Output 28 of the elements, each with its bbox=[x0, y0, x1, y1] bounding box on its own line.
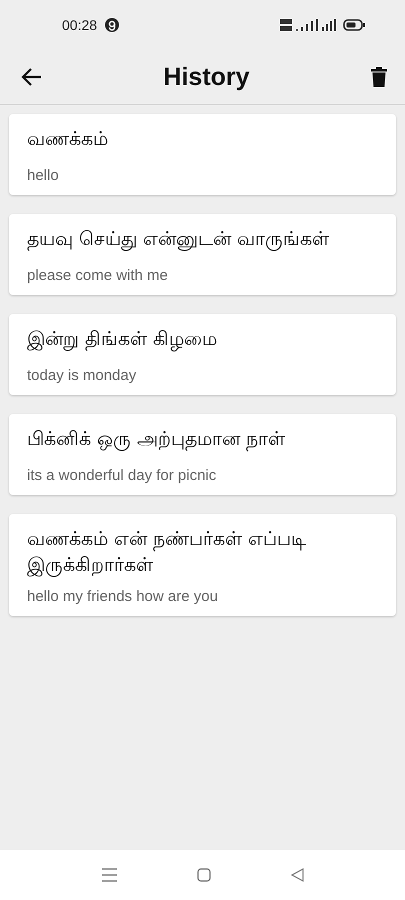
history-card[interactable]: இன்று திங்கள் கிழமை today is monday bbox=[9, 314, 396, 395]
tamil-text: வணக்கம் bbox=[27, 127, 109, 152]
history-card[interactable]: தயவு செய்து என்னுடன் வாருங்கள் please come with me bbox=[9, 214, 396, 295]
trash-icon bbox=[371, 67, 387, 87]
english-text: hello bbox=[27, 167, 60, 184]
tamil-text: பிக்னிக் ஒரு அற்புதமான நாள் bbox=[27, 427, 286, 452]
back-icon bbox=[20, 67, 42, 87]
tamil-text: தயவு செய்து என்னுடன் வாருங்கள் bbox=[27, 227, 330, 252]
english-text: its a wonderful day for picnic bbox=[27, 467, 218, 484]
english-text: please come with me bbox=[27, 267, 169, 284]
history-card[interactable]: வணக்கம் hello bbox=[9, 114, 396, 195]
delete-button[interactable] bbox=[371, 67, 387, 87]
signal-icon bbox=[296, 19, 318, 31]
signal-icon bbox=[322, 19, 337, 31]
history-card[interactable]: வணக்கம் என் நண்பர்கள் எப்படி இருக்கிறார்கள் hello my friends how are you bbox=[9, 514, 396, 616]
battery-icon bbox=[343, 19, 365, 31]
back-icon[interactable] bbox=[290, 868, 304, 882]
history-card[interactable]: பிக்னிக் ஒரு அற்புதமான நாள் its a wonderful day for picnic bbox=[9, 414, 396, 495]
page-title: History bbox=[162, 62, 251, 92]
tamil-text: வணக்கம் என் நண்பர்கள் எப்படி இருக்கிறார்கள் bbox=[27, 527, 308, 578]
home-icon[interactable] bbox=[196, 868, 210, 882]
back-button[interactable] bbox=[20, 67, 42, 87]
tamil-text: இன்று திங்கள் கிழமை bbox=[27, 327, 218, 352]
english-text: hello my friends how are you bbox=[27, 588, 219, 605]
notification-icon bbox=[105, 18, 120, 32]
menu-icon[interactable] bbox=[102, 868, 116, 882]
english-text: today is monday bbox=[27, 367, 138, 384]
status-time: 00:28 bbox=[62, 17, 98, 33]
